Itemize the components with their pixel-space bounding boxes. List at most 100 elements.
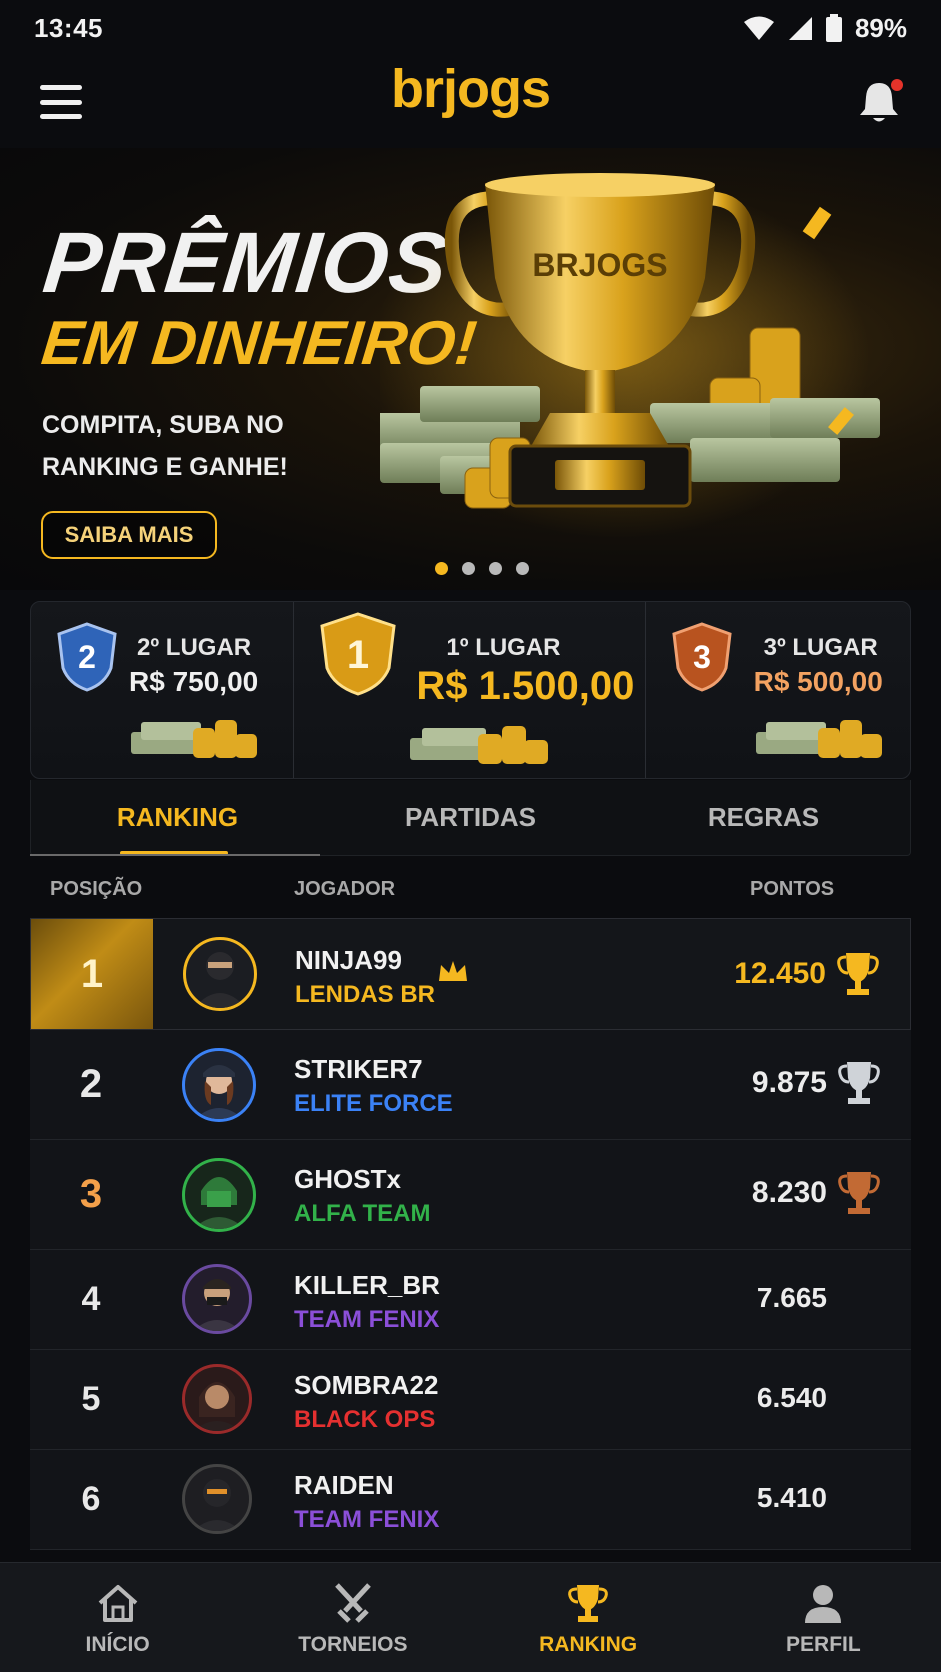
trophy-icon [568, 1585, 608, 1622]
svg-text:2: 2 [78, 639, 96, 675]
saiba-mais-button[interactable]: SAIBA MAIS [41, 511, 217, 559]
tab-regras[interactable]: REGRAS [617, 780, 910, 855]
prize-amount: R$ 1.500,00 [416, 664, 635, 708]
player-team: ELITE FORCE [294, 1090, 453, 1117]
prize-second-place: 2 2º LUGAR R$ 750,00 [31, 602, 295, 778]
svg-text:3: 3 [693, 639, 711, 675]
prize-third-place: 3 3º LUGAR R$ 500,00 [646, 602, 910, 778]
user-icon [805, 1585, 842, 1623]
crossed-swords-icon [335, 1583, 371, 1623]
ranking-table-header: POSIÇÃO JOGADOR PONTOS [30, 858, 911, 918]
player-team: TEAM FENIX [294, 1306, 440, 1333]
avatar [183, 937, 257, 1011]
player-team: BLACK OPS [294, 1406, 436, 1433]
row-position: 6 [81, 1480, 101, 1518]
player-name: KILLER_BR [294, 1270, 440, 1300]
column-header-points: PONTOS [750, 878, 835, 900]
prize-place-label: 2º LUGAR [137, 634, 252, 661]
crown-icon [439, 961, 467, 981]
player-team: TEAM FENIX [294, 1506, 440, 1533]
carousel-dot-4[interactable] [515, 562, 529, 575]
battery-level: 89% [854, 12, 907, 43]
prize-amount: R$ 750,00 [129, 666, 259, 697]
player-name: STRIKER7 [294, 1054, 423, 1084]
table-row[interactable]: 2 STRIKER7 ELITE FORCE 9.875 [30, 1030, 911, 1140]
status-time: 13:45 [34, 12, 103, 43]
banner-subtitle: COMPITA, SUBA NO RANKING E GANHE! [42, 411, 288, 481]
nav-torneios[interactable]: TORNEIOS [235, 1563, 470, 1672]
promo-banner[interactable]: PRÊMIOS EM DINHEIRO! COMPITA, SUBA NO RA… [0, 148, 941, 590]
gold-rank-badge-icon: 1 [320, 612, 397, 696]
table-row[interactable]: 3 GHOSTx ALFA TEAM 8.230 [30, 1140, 911, 1250]
trophy-with-money-illustration: BRJOGS [380, 173, 880, 538]
home-icon [98, 1585, 137, 1622]
nav-ranking[interactable]: RANKING [471, 1563, 706, 1672]
svg-text:1: 1 [347, 633, 369, 677]
player-points: 7.665 [756, 1282, 827, 1313]
carousel-dot-3[interactable] [488, 562, 502, 575]
row-position: 2 [79, 1062, 103, 1106]
nav-perfil[interactable]: PERFIL [706, 1563, 941, 1672]
status-bar: 13:45 89% [0, 0, 941, 56]
table-row[interactable]: 4 KILLER_BR TEAM FENIX 7.665 [30, 1250, 911, 1350]
cell-signal-icon [788, 17, 812, 40]
silver-rank-badge-icon: 2 [57, 622, 117, 692]
prize-first-place: 1 1º LUGAR R$ 1.500,00 [294, 602, 646, 778]
tab-ranking[interactable]: RANKING [31, 780, 324, 855]
prize-place-label: 3º LUGAR [763, 634, 878, 661]
row-position: 4 [81, 1280, 101, 1318]
column-header-position: POSIÇÃO [50, 878, 143, 900]
nav-label: RANKING [539, 1633, 638, 1656]
battery-icon [825, 14, 842, 42]
content-tabs: RANKING PARTIDAS REGRAS [30, 780, 911, 856]
row-position: 5 [81, 1380, 101, 1418]
nav-label: PERFIL [786, 1633, 861, 1656]
row-position: 3 [79, 1172, 103, 1216]
wifi-icon [743, 16, 774, 40]
avatar [182, 1158, 256, 1232]
notification-bell-icon[interactable] [857, 79, 903, 125]
player-name: SOMBRA22 [294, 1370, 439, 1400]
player-points: 6.540 [756, 1382, 827, 1413]
player-points: 9.875 [751, 1066, 827, 1099]
tab-partidas[interactable]: PARTIDAS [324, 780, 617, 855]
player-points: 8.230 [751, 1176, 827, 1209]
silver-trophy-icon [838, 1062, 880, 1104]
avatar [182, 1048, 256, 1122]
player-name: RAIDEN [294, 1470, 394, 1500]
tab-divider [30, 854, 320, 856]
player-points: 12.450 [734, 957, 826, 990]
player-points: 5.410 [756, 1482, 827, 1513]
menu-icon[interactable] [40, 85, 82, 119]
prize-place-label: 1º LUGAR [446, 634, 561, 661]
trophy-engraving: BRJOGS [532, 247, 667, 283]
app-logo: brjogs [390, 59, 551, 119]
bronze-trophy-icon [838, 1172, 880, 1214]
avatar [182, 1264, 252, 1334]
cash-stack-icon [755, 720, 882, 758]
player-team: LENDAS BR [295, 981, 436, 1008]
status-icons: 89% [743, 13, 907, 44]
nav-label: INÍCIO [85, 1633, 150, 1656]
player-team: ALFA TEAM [294, 1200, 431, 1227]
prize-panel: 2 2º LUGAR R$ 750,00 1 1º LUGAR R$ 1.500… [30, 601, 911, 779]
row-position: 1 [31, 919, 153, 1029]
table-row[interactable]: 5 SOMBRA22 BLACK OPS 6.540 [30, 1350, 911, 1450]
nav-label: TORNEIOS [298, 1633, 408, 1656]
cash-stack-icon [131, 720, 257, 758]
carousel-dot-2[interactable] [461, 562, 475, 575]
player-name: GHOSTx [294, 1164, 401, 1194]
app-header: brjogs [0, 56, 941, 148]
notification-dot [891, 79, 903, 91]
column-header-player: JOGADOR [294, 878, 396, 900]
prize-amount: R$ 500,00 [753, 666, 883, 697]
gold-trophy-icon [837, 953, 879, 995]
table-row[interactable]: 6 RAIDEN TEAM FENIX 5.410 [30, 1450, 911, 1550]
avatar [182, 1364, 252, 1434]
carousel-dot-1[interactable] [434, 562, 448, 575]
bottom-navigation: INÍCIO TORNEIOS RANKING PERFIL [0, 1562, 941, 1672]
player-name: NINJA99 [295, 945, 402, 975]
carousel-dots [0, 562, 941, 575]
nav-inicio[interactable]: INÍCIO [0, 1563, 235, 1672]
table-row[interactable]: 1 NINJA99 LENDAS BR 12.450 [30, 918, 911, 1030]
